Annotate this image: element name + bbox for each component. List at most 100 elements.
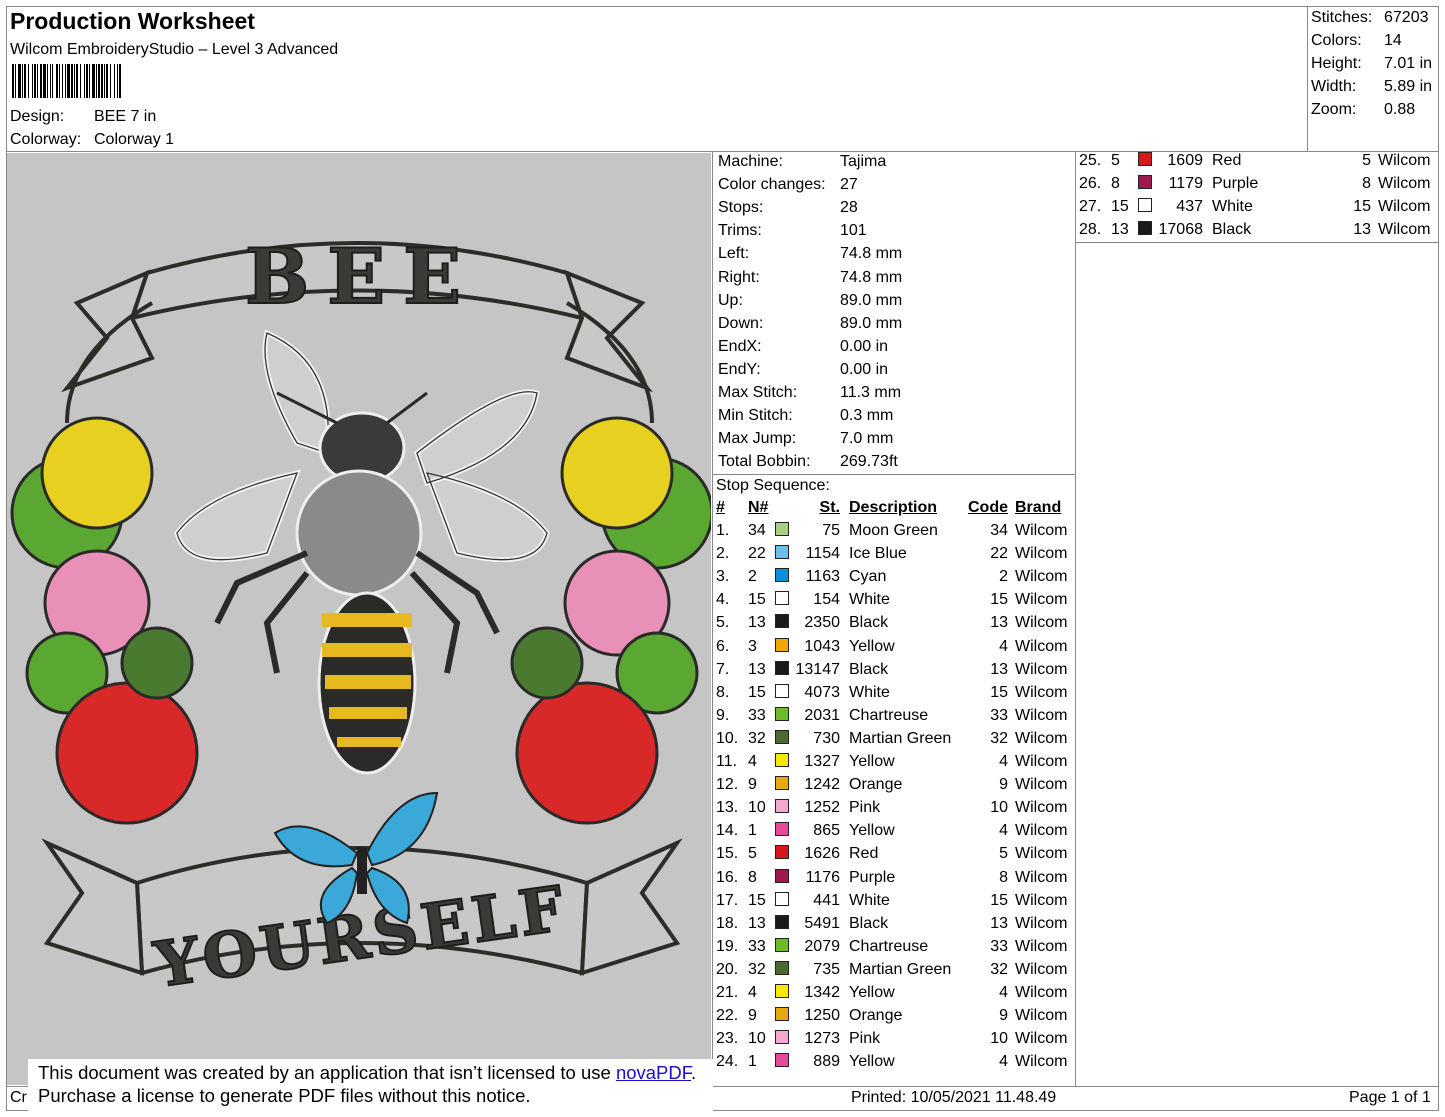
stop-row: 27. 15 437 White 15 Wilcom: [1077, 198, 1437, 221]
stop-stitches: 17068: [1158, 221, 1204, 239]
stop-row: 17. 15 441 White 15 Wilcom: [714, 891, 1074, 915]
stop-stitches: 154: [813, 591, 840, 609]
stop-brand: Wilcom: [1015, 914, 1068, 932]
stop-description: Black: [849, 914, 889, 932]
stop-stitches: 1176: [805, 868, 840, 886]
design-field: Design: BEE 7 in: [10, 108, 310, 128]
column-divider: [1075, 151, 1076, 1087]
stop-description: Yellow: [849, 637, 895, 655]
stop-needle: 3: [748, 637, 757, 655]
summary-label: Stitches:: [1311, 9, 1373, 26]
stop-brand: Brand: [1015, 499, 1062, 516]
stop-num: 13.: [716, 799, 739, 817]
stop-num: 27.: [1079, 198, 1102, 216]
stop-num: 11.: [716, 753, 738, 770]
stop-stitches: 5491: [804, 914, 840, 932]
stop-code: 32: [990, 729, 1008, 747]
color-swatch: [1138, 152, 1152, 166]
stop-description: Pink: [849, 799, 881, 817]
summary-label: Height:: [1311, 55, 1362, 72]
stop-description: White: [849, 683, 890, 701]
machine-value: Tajima: [840, 153, 887, 170]
stop-num: 20.: [716, 960, 739, 978]
stop-row: 14. 1 865 Yellow 4 Wilcom: [714, 822, 1074, 845]
stop-brand: Wilcom: [1378, 198, 1431, 216]
stop-brand: Wilcom: [1378, 152, 1431, 169]
summary-value: 5.89 in: [1384, 78, 1433, 95]
stop-needle: 15: [748, 891, 766, 909]
stop-needle: 5: [748, 845, 757, 863]
machine-label: Trims:: [718, 222, 762, 240]
color-swatch: [775, 1007, 789, 1022]
stop-code: 33: [990, 937, 1008, 955]
machine-value: 101: [840, 222, 867, 240]
embroidery-design: BEE YOURSELF: [10, 231, 711, 1003]
color-swatch: [775, 706, 789, 721]
stop-stitches: 1043: [804, 637, 840, 655]
stop-brand: Wilcom: [1015, 591, 1068, 609]
stop-needle: 8: [1111, 175, 1120, 193]
stop-needle: 4: [748, 753, 757, 770]
stop-needle: 1: [748, 822, 757, 840]
notice-line-1: This document was created by an applicat…: [38, 1062, 697, 1083]
summary-value: 67203: [1384, 9, 1429, 26]
machine-value: 0.3 mm: [840, 407, 894, 425]
stop-brand: Wilcom: [1015, 891, 1068, 909]
stop-num: 1.: [716, 522, 730, 539]
stop-num: 6.: [716, 637, 730, 655]
summary-value: 0.88: [1384, 101, 1416, 118]
stop-brand: Wilcom: [1015, 660, 1068, 678]
stop-sequence-table: # N# St. Description Code Brand 1. 34 75 Moon Gre…: [714, 499, 1074, 1081]
stop-description: White: [849, 891, 890, 909]
color-swatch: [775, 914, 789, 929]
machine-label: Color changes:: [718, 176, 826, 194]
color-swatch: [775, 545, 789, 560]
stop-needle: 13: [748, 914, 766, 932]
stop-row: 9. 33 2031 Chartreuse 33 Wilcom: [714, 706, 1074, 730]
stop-description: Chartreuse: [849, 706, 929, 724]
stop-stitches: 865: [813, 822, 840, 840]
stop-stitches: 1273: [804, 1030, 840, 1048]
stop-needle: 15: [748, 591, 766, 609]
stop-num: 28.: [1079, 221, 1102, 239]
stop-brand: Wilcom: [1015, 568, 1068, 586]
stop-num: 12.: [716, 776, 739, 794]
machine-label: Min Stitch:: [718, 407, 793, 425]
stop-num: 23.: [716, 1030, 739, 1048]
stop-needle: 13: [748, 660, 766, 678]
stop-brand: Wilcom: [1015, 776, 1068, 794]
color-swatch: [775, 937, 789, 952]
stop-num: 24.: [716, 1053, 739, 1071]
stop-brand: Wilcom: [1015, 868, 1068, 886]
stop-row: 21. 4 1342 Yellow 4 Wilcom: [714, 984, 1074, 1007]
machine-value: 89.0 mm: [840, 314, 903, 332]
top-banner-text: BEE: [245, 232, 479, 321]
stop-stitches: 730: [813, 729, 840, 747]
machine-value: 269.73ft: [840, 453, 898, 471]
stop-brand: Wilcom: [1015, 822, 1068, 840]
color-swatch: [775, 753, 789, 767]
stop-needle: 5: [1111, 152, 1120, 169]
stop-brand: Wilcom: [1015, 753, 1068, 770]
stop-num: 26.: [1079, 175, 1102, 193]
stop-code: 2: [999, 568, 1008, 586]
stop-brand: Wilcom: [1015, 545, 1068, 563]
color-swatch: [1138, 198, 1152, 213]
stop-needle: 15: [748, 683, 766, 701]
novapdf-link[interactable]: novaPDF: [616, 1062, 691, 1083]
stop-stitches: 13147: [795, 660, 841, 678]
colorway-field: Colorway: Colorway 1: [10, 131, 310, 151]
stop-row: 23. 10 1273 Pink 10 Wilcom: [714, 1030, 1074, 1053]
stop-row: 25. 5 1609 Red 5 Wilcom: [1077, 152, 1437, 175]
stop-brand: Wilcom: [1015, 984, 1068, 1001]
machine-value: 11.3 mm: [840, 384, 902, 401]
summary-divider: [1307, 6, 1308, 151]
machine-label: EndX:: [718, 337, 762, 355]
color-swatch: [775, 1030, 789, 1045]
stop-code: 4: [999, 753, 1008, 770]
summary-label: Zoom:: [1311, 101, 1357, 118]
stop-description: Orange: [849, 776, 903, 794]
stop-needle: 1: [748, 1053, 757, 1071]
stop-code: 8: [1362, 175, 1371, 193]
stop-needle: 33: [748, 706, 766, 724]
